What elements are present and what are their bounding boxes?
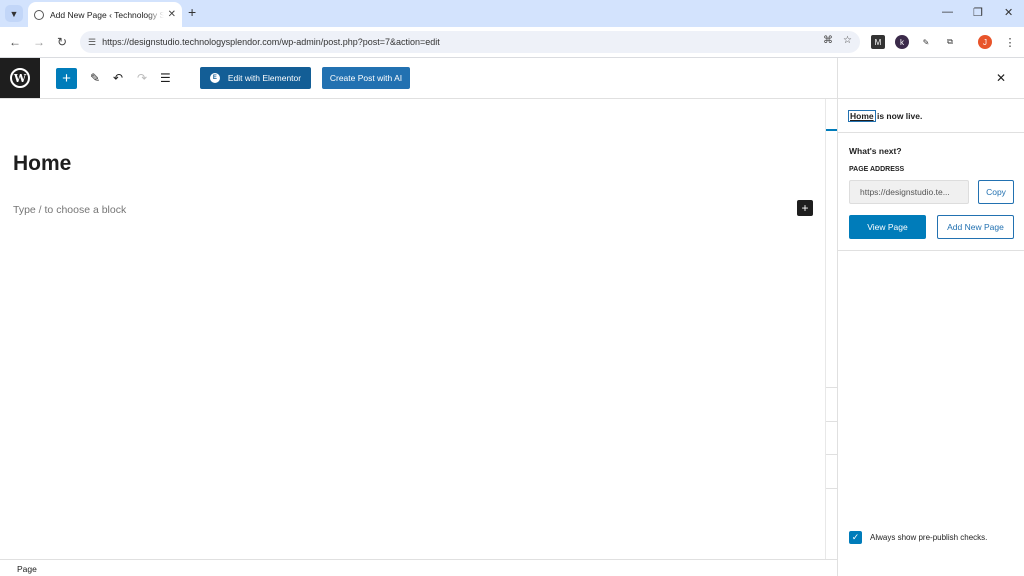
reload-button[interactable]: ↻: [57, 35, 67, 49]
browser-tab-bar: ▼ Add New Page ‹ Technology Splendor ✕ +…: [0, 0, 1024, 27]
bookmark-star-icon[interactable]: ☆: [843, 35, 852, 46]
live-suffix: is now live.: [874, 111, 923, 121]
wordpress-icon: W: [10, 68, 30, 88]
url-text: https://designstudio.technologysplendor.…: [102, 37, 440, 47]
extension-k-icon[interactable]: k: [895, 35, 909, 49]
tools-pencil-icon[interactable]: ✎: [90, 71, 100, 85]
editor-header: W + ✎ ↶ ↷ ☰ E Edit with Elementor Create…: [0, 58, 837, 99]
tab-title: Add New Page ‹ Technology Splendor: [50, 9, 164, 20]
block-placeholder[interactable]: Type / to choose a block: [13, 204, 126, 216]
more-menu-icon[interactable]: ⋮: [1003, 35, 1017, 49]
globe-icon: [34, 9, 44, 20]
document-overview-icon[interactable]: ☰: [160, 71, 171, 85]
page-link[interactable]: Home: [848, 110, 876, 122]
address-bar[interactable]: ☰ https://designstudio.technologysplendo…: [80, 31, 860, 53]
translate-icon[interactable]: ⌘: [823, 35, 833, 46]
browser-toolbar: ← → ↻ ☰ https://designstudio.technologys…: [0, 27, 1024, 58]
page-address-label: PAGE ADDRESS: [849, 166, 905, 173]
window-close-button[interactable]: ✕: [1004, 6, 1013, 19]
editor-canvas[interactable]: [0, 99, 825, 559]
prepublish-checks-row: ✓ Always show pre-publish checks.: [849, 531, 987, 544]
divider: [838, 132, 1024, 133]
extensions-puzzle-icon[interactable]: ⧉: [943, 35, 957, 49]
forward-button[interactable]: →: [33, 35, 45, 49]
canvas-scrollbar[interactable]: [825, 99, 838, 559]
chevron-down-icon: ▼: [9, 8, 19, 19]
site-info-icon[interactable]: ☰: [88, 37, 96, 48]
divider: [838, 98, 1024, 99]
browser-tab-active[interactable]: Add New Page ‹ Technology Splendor ✕: [28, 2, 182, 27]
prepublish-label: Always show pre-publish checks.: [870, 533, 988, 542]
divider: [838, 250, 1024, 251]
eyedropper-icon[interactable]: ✎: [919, 35, 933, 49]
wordpress-logo-button[interactable]: W: [0, 58, 40, 98]
copy-button[interactable]: Copy: [978, 180, 1014, 204]
undo-icon[interactable]: ↶: [113, 71, 123, 85]
page-title[interactable]: Home: [13, 152, 71, 176]
edit-with-elementor-label: Edit with Elementor: [227, 73, 302, 83]
new-tab-button[interactable]: +: [188, 4, 196, 20]
redo-icon[interactable]: ↷: [137, 71, 147, 85]
minimize-button[interactable]: —: [942, 6, 953, 18]
elementor-icon: E: [209, 73, 220, 83]
breadcrumb[interactable]: Page: [17, 564, 37, 574]
restore-button[interactable]: ❐: [973, 6, 983, 19]
tab-close-icon[interactable]: ✕: [168, 9, 176, 20]
tab-search-button[interactable]: ▼: [5, 5, 23, 22]
extension-m-icon[interactable]: M: [871, 35, 885, 49]
whats-next-heading: What's next?: [849, 146, 902, 156]
add-block-button[interactable]: +: [797, 200, 813, 216]
profile-avatar[interactable]: J: [978, 35, 992, 49]
prepublish-checkbox[interactable]: ✓: [849, 531, 862, 544]
close-panel-icon[interactable]: ✕: [996, 71, 1006, 85]
create-post-ai-label: Create Post with AI: [329, 73, 403, 83]
view-page-button[interactable]: View Page: [849, 215, 926, 239]
edit-with-elementor-button[interactable]: E Edit with Elementor: [200, 67, 311, 89]
block-inserter-button[interactable]: +: [56, 68, 77, 89]
page-address-field[interactable]: https://designstudio.te...: [849, 180, 969, 204]
back-button[interactable]: ←: [9, 35, 21, 49]
editor-footer: Page: [0, 559, 837, 576]
add-new-page-button[interactable]: Add New Page: [937, 215, 1014, 239]
create-post-ai-button[interactable]: Create Post with AI: [322, 67, 410, 89]
post-publish-panel: ✕ Home is now live. What's next? PAGE AD…: [837, 58, 1024, 576]
publish-status: Home is now live.: [848, 110, 923, 122]
